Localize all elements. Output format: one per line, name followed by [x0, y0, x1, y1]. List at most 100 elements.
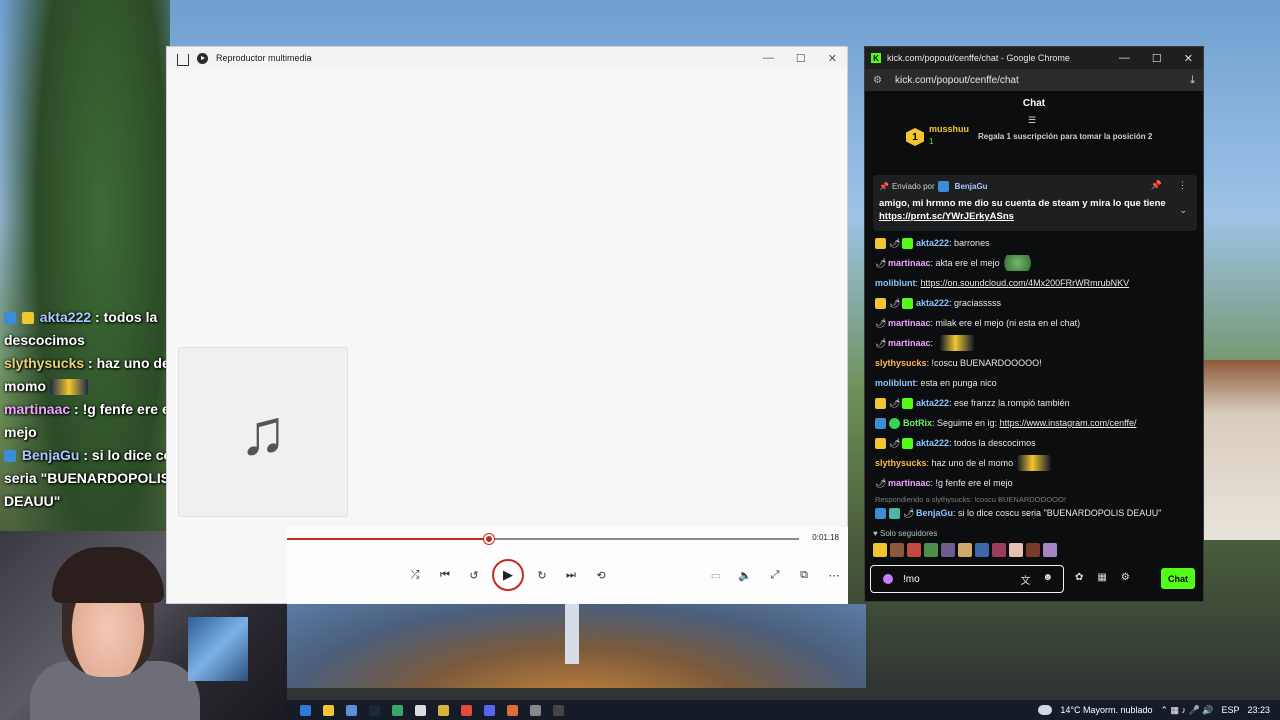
chat-message-text: si lo dice coscu seria "BUENARDOPOLIS DE…: [958, 508, 1162, 518]
chat-username[interactable]: akta222: [916, 238, 949, 248]
chat-link[interactable]: https://on.soundcloud.com/4Mx200FRrWRmru…: [921, 278, 1130, 288]
chat-link[interactable]: https://www.instagram.com/cenffe/: [1000, 418, 1137, 428]
download-icon[interactable]: ⤓: [1190, 74, 1195, 87]
clock[interactable]: 23:23: [1247, 705, 1270, 715]
volume-icon[interactable]: 🔈: [735, 565, 755, 585]
avatar[interactable]: [941, 543, 955, 557]
maximize-icon[interactable]: ☐: [1152, 52, 1162, 65]
send-chat-button[interactable]: Chat: [1161, 568, 1195, 589]
settings-icon[interactable]: ⚙: [1121, 572, 1130, 583]
seek-bar[interactable]: [287, 534, 799, 544]
gift-icon[interactable]: ✿: [1075, 572, 1083, 583]
close-icon[interactable]: ✕: [1184, 52, 1193, 65]
chat-username[interactable]: akta222: [916, 438, 949, 448]
seek-progress: [287, 538, 490, 540]
translate-icon[interactable]: 文: [1020, 572, 1030, 587]
avatar[interactable]: [873, 543, 887, 557]
chat-username[interactable]: BotRix: [903, 418, 932, 428]
emoji-icon[interactable]: ☻: [1042, 572, 1053, 587]
app-icon[interactable]: [438, 704, 449, 716]
unpin-icon[interactable]: 📌: [1151, 180, 1162, 191]
chat-input-value[interactable]: !mo: [903, 574, 920, 585]
filter-icon[interactable]: ☰: [1028, 115, 1036, 126]
chrome-icon[interactable]: [461, 704, 472, 716]
chat-username[interactable]: slythysucks: [875, 458, 927, 468]
pepper-badge-icon: 🌶: [875, 257, 887, 268]
webcam-person-hair: [52, 547, 164, 603]
media-player-icon[interactable]: [553, 704, 564, 716]
chat-username[interactable]: slythysucks: [875, 358, 927, 368]
chat-username[interactable]: BenjaGu: [916, 508, 953, 518]
badge-icon: [4, 312, 16, 325]
chat-message: slythysucks: !coscu BUENARDOOOOO!: [875, 353, 1199, 373]
close-icon[interactable]: ✕: [828, 52, 837, 65]
chat-input[interactable]: !mo 文 ☻: [870, 565, 1064, 593]
mini-player-icon[interactable]: ⧉: [794, 565, 814, 585]
cloud-icon: [1038, 705, 1053, 715]
avatar[interactable]: [958, 543, 972, 557]
pinned-username[interactable]: BenjaGu: [955, 182, 988, 191]
avatar[interactable]: [1043, 543, 1057, 557]
system-tray: 14°C Mayorm. nublado ⌃ ▦ ♪ 🎤 🔊 ESP 23:23: [1038, 705, 1270, 716]
mail-icon[interactable]: [346, 704, 357, 716]
avatar[interactable]: [1026, 543, 1040, 557]
avatar[interactable]: [975, 543, 989, 557]
avatar[interactable]: [924, 543, 938, 557]
chat-message: 🌶 akta222: todos la descocimos: [875, 433, 1199, 453]
home-icon[interactable]: [177, 54, 189, 66]
chat-username[interactable]: akta222: [916, 298, 949, 308]
sub-badge-icon: [902, 297, 913, 309]
leader-username[interactable]: musshuu: [929, 124, 969, 134]
maximize-icon[interactable]: ☐: [796, 52, 806, 65]
chat-username[interactable]: akta222: [916, 398, 949, 408]
chat-username[interactable]: moliblunt: [875, 378, 916, 388]
fullscreen-icon[interactable]: ⤢: [765, 565, 785, 585]
minimize-icon[interactable]: —: [1119, 52, 1130, 65]
explorer-icon[interactable]: [323, 704, 334, 716]
chat-username[interactable]: moliblunt: [875, 278, 916, 288]
subtitles-icon[interactable]: ▭: [706, 565, 726, 585]
obs-icon[interactable]: [530, 704, 541, 716]
avatar[interactable]: [907, 543, 921, 557]
repeat-icon[interactable]: ⟲: [591, 565, 611, 585]
url-text[interactable]: kick.com/popout/cenffe/chat: [895, 75, 1019, 86]
address-bar[interactable]: ⚙ kick.com/popout/cenffe/chat ⤓: [865, 69, 1203, 91]
edge-icon[interactable]: [300, 704, 311, 716]
avatar[interactable]: [1009, 543, 1023, 557]
language-indicator[interactable]: ESP: [1221, 705, 1239, 715]
kebab-menu-icon[interactable]: ⋮: [1178, 180, 1187, 191]
seek-handle[interactable]: [484, 534, 495, 544]
discord-icon[interactable]: [484, 704, 495, 716]
overlay-user: akta222: [39, 309, 92, 325]
stream-scene-pole: [565, 604, 579, 664]
chat-username[interactable]: martinaac: [888, 338, 931, 348]
gift-sub-prompt[interactable]: Regala 1 suscripción para tomar la posic…: [978, 132, 1152, 141]
play-button[interactable]: ▶: [492, 559, 524, 591]
chevron-down-icon[interactable]: ⌄: [1179, 205, 1187, 216]
app-icon[interactable]: [415, 704, 426, 716]
chat-username[interactable]: martinaac: [888, 258, 931, 268]
minimize-icon[interactable]: —: [763, 52, 774, 65]
forward-30-icon[interactable]: ↻: [532, 565, 552, 585]
more-options-icon[interactable]: ⋯: [824, 565, 844, 585]
weather-text[interactable]: 14°C Mayorm. nublado: [1060, 705, 1152, 715]
previous-icon[interactable]: ⏮: [435, 565, 455, 585]
chat-username[interactable]: martinaac: [888, 318, 931, 328]
pinned-link[interactable]: https://prnt.sc/YWrJErkyASns: [879, 211, 1014, 222]
store-icon[interactable]: ▦: [1097, 572, 1106, 583]
shuffle-icon[interactable]: ⤮: [405, 565, 425, 585]
mic-icon[interactable]: [883, 574, 893, 584]
chat-username[interactable]: martinaac: [888, 478, 931, 488]
rewind-10-icon[interactable]: ↺: [464, 565, 484, 585]
app-icon[interactable]: [507, 704, 518, 716]
music-note-icon: ♫: [239, 396, 287, 468]
frog-emote-icon: [1003, 255, 1038, 271]
tray-icons[interactable]: ⌃ ▦ ♪ 🎤 🔊: [1160, 705, 1213, 716]
steam-icon[interactable]: [369, 704, 380, 716]
app-icon[interactable]: [392, 704, 403, 716]
avatar[interactable]: [890, 543, 904, 557]
overlay-user: martinaac: [4, 401, 71, 417]
site-settings-icon[interactable]: ⚙: [873, 75, 885, 86]
next-icon[interactable]: ⏭: [561, 565, 581, 585]
avatar[interactable]: [992, 543, 1006, 557]
